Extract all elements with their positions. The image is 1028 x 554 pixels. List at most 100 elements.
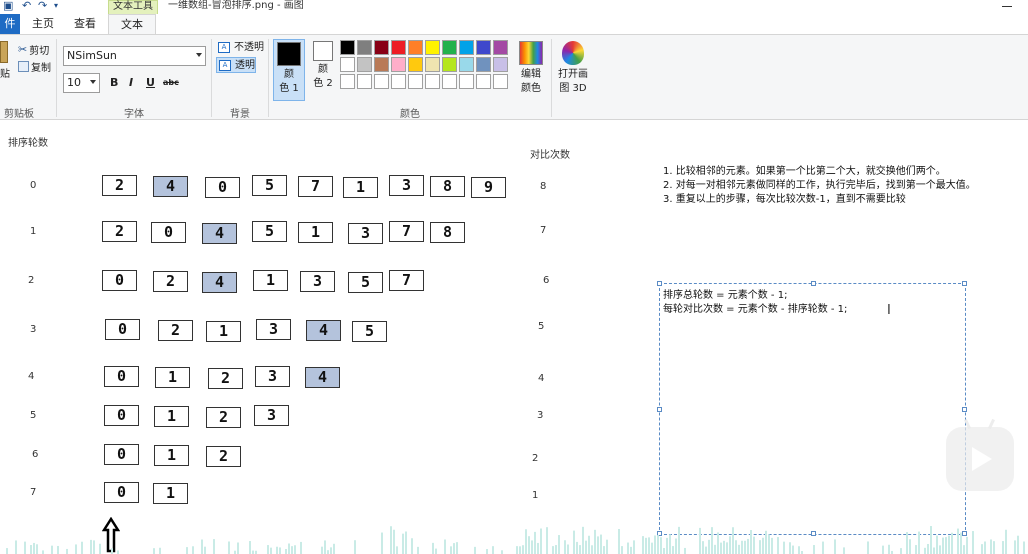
waveform-bar — [660, 537, 662, 554]
palette-color-swatch[interactable] — [391, 57, 406, 72]
palette-color-swatch[interactable] — [425, 57, 440, 72]
tab-view[interactable]: 查看 — [68, 14, 102, 34]
palette-empty-swatch[interactable] — [408, 74, 423, 89]
waveform-bar — [759, 540, 761, 554]
array-element-box: 0 — [104, 366, 139, 387]
resize-handle[interactable] — [811, 281, 816, 286]
palette-color-swatch[interactable] — [442, 57, 457, 72]
waveform-bar — [684, 547, 686, 554]
open-paint-3d-button[interactable]: 打开画 图 3D — [556, 39, 590, 96]
palette-empty-swatch[interactable] — [357, 74, 372, 89]
waveform-bar — [900, 548, 902, 554]
palette-color-swatch[interactable] — [425, 40, 440, 55]
waveform-bar — [750, 530, 752, 554]
palette-color-swatch[interactable] — [357, 40, 372, 55]
palette-empty-swatch[interactable] — [425, 74, 440, 89]
waveform-bar — [249, 541, 251, 554]
resize-handle[interactable] — [657, 407, 662, 412]
palette-color-swatch[interactable] — [459, 40, 474, 55]
palette-color-swatch[interactable] — [374, 40, 389, 55]
waveform-bar — [411, 538, 413, 554]
waveform-bar — [744, 540, 746, 554]
waveform-bar — [30, 545, 32, 554]
palette-color-swatch[interactable] — [357, 57, 372, 72]
palette-empty-swatch[interactable] — [442, 74, 457, 89]
strikethrough-button[interactable]: abc — [163, 78, 179, 87]
edit-colors-button[interactable]: 编辑 颜色 — [516, 39, 546, 96]
paste-button[interactable]: 贴 — [0, 41, 10, 80]
waveform-bar — [534, 531, 536, 554]
palette-color-swatch[interactable] — [493, 57, 508, 72]
text-box-line[interactable]: 每轮对比次数 = 元素个数 - 排序轮数 - 1; — [663, 300, 847, 315]
drawing-canvas[interactable]: 排序轮数 对比次数 024057138981204513787202413576… — [0, 121, 1028, 554]
right-header: 对比次数 — [530, 150, 570, 161]
font-family-select[interactable]: NSimSun — [63, 46, 206, 66]
palette-color-swatch[interactable] — [493, 40, 508, 55]
undo-icon[interactable]: ↶ — [22, 0, 31, 12]
palette-color-swatch[interactable] — [340, 40, 355, 55]
palette-color-swatch[interactable] — [408, 57, 423, 72]
palette-color-swatch[interactable] — [476, 57, 491, 72]
waveform-bar — [933, 547, 935, 554]
waveform-bar — [24, 541, 26, 554]
palette-empty-swatch[interactable] — [374, 74, 389, 89]
waveform-bar — [927, 543, 929, 554]
palette-color-swatch[interactable] — [374, 57, 389, 72]
tab-file[interactable]: 件 — [0, 14, 20, 34]
waveform-bar — [285, 549, 287, 554]
save-icon[interactable]: ▣ — [3, 0, 13, 12]
font-size-select[interactable]: 10 — [63, 73, 100, 93]
palette-color-swatch[interactable] — [476, 40, 491, 55]
palette-empty-swatch[interactable] — [340, 74, 355, 89]
tab-text[interactable]: 文本 — [108, 14, 156, 35]
palette-empty-swatch[interactable] — [476, 74, 491, 89]
palette-color-swatch[interactable] — [408, 40, 423, 55]
waveform-bar — [714, 544, 716, 554]
palette-empty-swatch[interactable] — [493, 74, 508, 89]
color-1-button[interactable]: 颜 色 1 — [273, 39, 305, 101]
redo-icon[interactable]: ↷ — [38, 0, 47, 12]
waveform-bar — [75, 544, 77, 554]
palette-empty-swatch[interactable] — [459, 74, 474, 89]
waveform-bar — [393, 529, 395, 554]
text-box-line[interactable]: 排序总轮数 = 元素个数 - 1; — [663, 286, 787, 301]
palette-color-swatch[interactable] — [340, 57, 355, 72]
waveform-bar — [492, 546, 494, 554]
waveform-bar — [540, 528, 542, 554]
round-number: 0 — [30, 180, 37, 191]
tab-home[interactable]: 主页 — [28, 14, 58, 34]
underline-button[interactable]: U — [146, 76, 155, 89]
waveform-bar — [942, 537, 944, 554]
text-box[interactable]: 排序总轮数 = 元素个数 - 1; 每轮对比次数 = 元素个数 - 排序轮数 -… — [657, 281, 967, 536]
waveform-bar — [432, 542, 434, 554]
waveform-bar — [666, 537, 668, 554]
array-element-box: 1 — [155, 367, 190, 388]
waveform-bar — [444, 539, 446, 554]
array-element-box: 7 — [298, 176, 333, 197]
quick-access-menu-icon[interactable]: ▾ — [54, 0, 58, 12]
compare-count: 1 — [532, 490, 539, 501]
bold-button[interactable]: B — [110, 76, 118, 89]
waveform-bar — [522, 545, 524, 554]
palette-color-swatch[interactable] — [459, 57, 474, 72]
resize-handle[interactable] — [657, 281, 662, 286]
waveform-bar — [525, 529, 527, 554]
palette-empty-swatch[interactable] — [391, 74, 406, 89]
transparent-button[interactable]: A 透明 — [216, 57, 256, 73]
resize-handle[interactable] — [962, 281, 967, 286]
opaque-button[interactable]: A 不透明 — [216, 40, 264, 56]
italic-button[interactable]: I — [129, 76, 133, 89]
palette-color-swatch[interactable] — [442, 40, 457, 55]
resize-handle[interactable] — [962, 407, 967, 412]
waveform-bar — [66, 548, 68, 554]
round-number: 6 — [32, 449, 39, 460]
array-element-box: 7 — [389, 270, 424, 291]
array-element-box: 3 — [255, 366, 290, 387]
palette-color-swatch[interactable] — [391, 40, 406, 55]
copy-button[interactable]: 复制 — [18, 59, 51, 74]
waveform-bar — [603, 546, 605, 554]
color-2-button[interactable]: 颜 色 2 — [308, 39, 338, 101]
separator — [56, 39, 57, 117]
cut-button[interactable]: ✂ 剪切 — [18, 42, 49, 57]
video-play-icon[interactable] — [946, 418, 1014, 491]
